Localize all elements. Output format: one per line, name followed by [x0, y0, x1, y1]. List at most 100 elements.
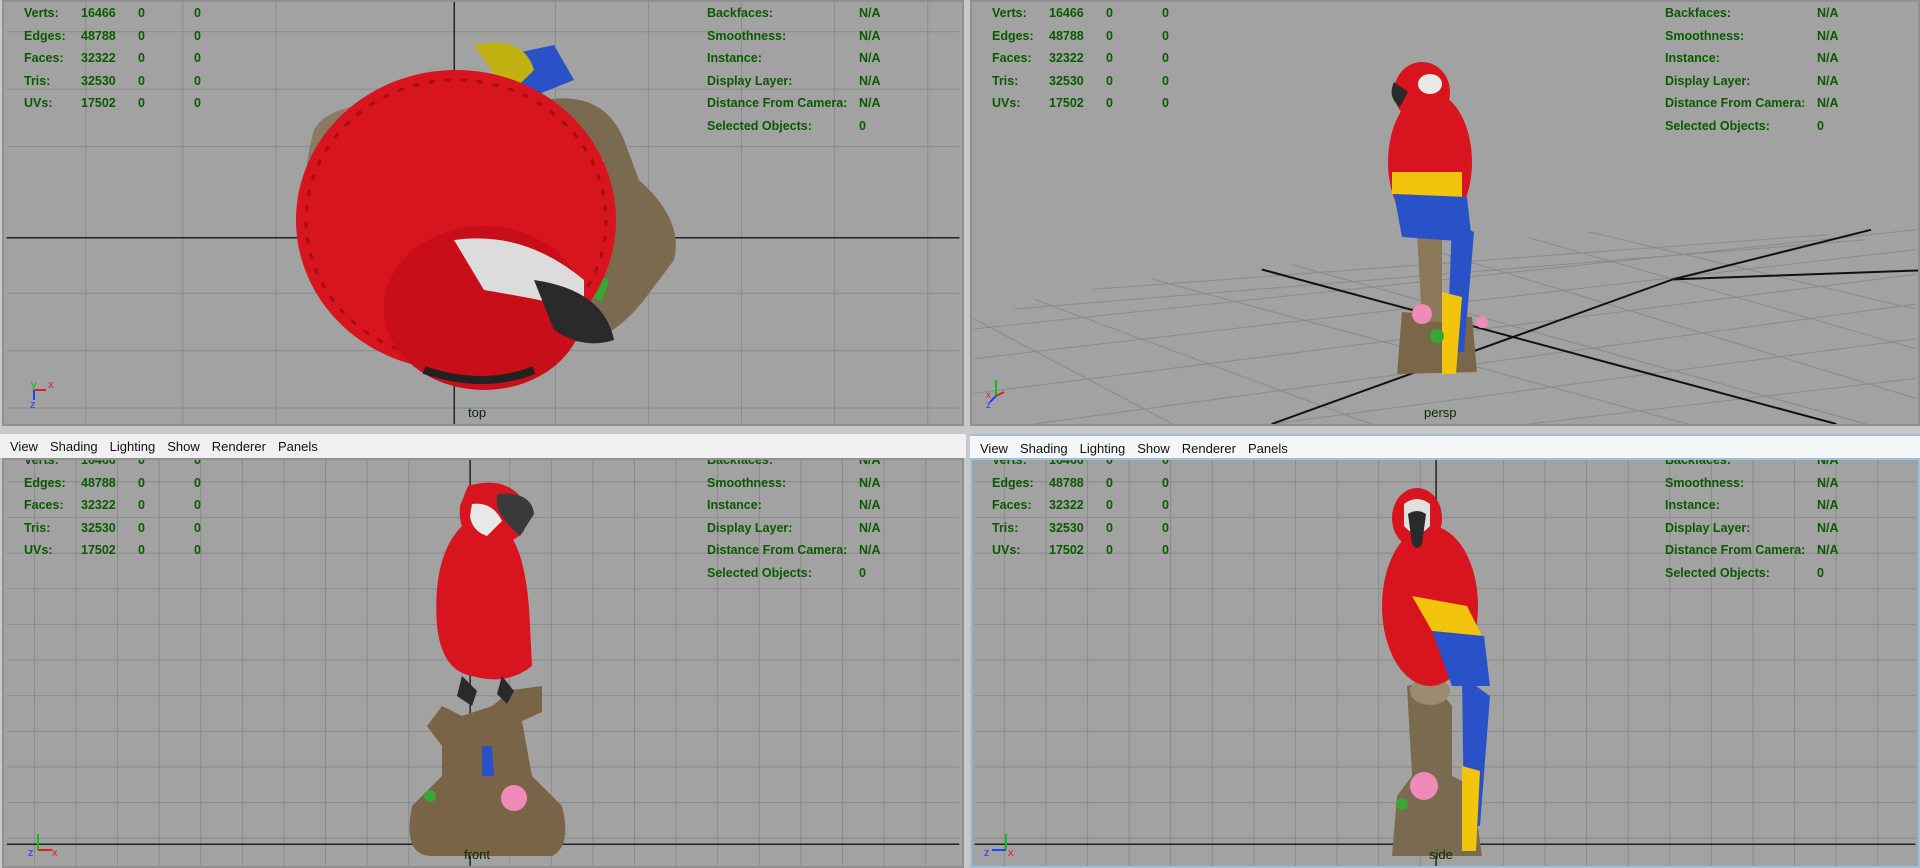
hud-row-verts: Verts: 16466 0 0 [992, 458, 1169, 472]
menu-shading[interactable]: Shading [1020, 441, 1068, 456]
stat-value: 17502 [81, 543, 116, 557]
hud-row-uvs: UVs: 17502 0 0 [24, 539, 201, 562]
hud-row-display-layer: Display Layer: N/A [707, 70, 881, 93]
hud-row-display-layer: Display Layer: N/A [707, 517, 881, 540]
hud-row-verts: Verts: 16466 0 0 [992, 2, 1169, 25]
hud-row-instance: Instance: N/A [1665, 47, 1839, 70]
menu-view[interactable]: View [980, 441, 1008, 456]
stat-label: Selected Objects: [1665, 565, 1770, 580]
stat-value: N/A [1817, 498, 1839, 512]
viewport-front[interactable]: Verts: 16466 0 0 Edges: 48788 0 0 Faces: 32322 0… [2, 458, 964, 868]
stat-value: 32530 [81, 520, 116, 535]
hud-row-backfaces: Backfaces: N/A [707, 460, 881, 472]
stat-value: N/A [859, 475, 881, 490]
viewport-side[interactable]: Verts: 16466 0 0 Edges: 48788 0 0 Faces: 32322 0… [970, 458, 1920, 868]
hud-row-smoothness: Smoothness: N/A [1665, 25, 1839, 48]
stat-value: N/A [1817, 73, 1839, 88]
stat-value: 0 [1106, 520, 1113, 535]
stat-value: 0 [138, 498, 145, 512]
hud-row-faces: Faces: 32322 0 0 [24, 47, 201, 70]
stat-label: Smoothness: [1665, 28, 1745, 43]
parrot-model-side[interactable] [1372, 486, 1512, 856]
stat-value: 0 [1106, 458, 1113, 467]
axis-z-label: z [984, 847, 990, 859]
hud-row-faces: Faces: 32322 0 0 [992, 47, 1169, 70]
panel-front: View Shading Lighting Show Renderer Pane… [0, 434, 966, 868]
stat-value: 0 [1817, 118, 1824, 133]
hud-row-tris: Tris: 32530 0 0 [24, 70, 201, 93]
stat-value: 0 [194, 51, 201, 65]
stat-value: 0 [1106, 543, 1113, 557]
stat-value: N/A [859, 6, 881, 20]
stat-value: N/A [1817, 6, 1839, 20]
stat-value: 0 [138, 458, 145, 467]
stat-value: 0 [138, 73, 145, 88]
stat-label: Selected Objects: [1665, 118, 1770, 133]
stat-value: 32322 [1049, 498, 1084, 512]
menu-panels[interactable]: Panels [278, 439, 318, 454]
stat-label: Edges: [24, 475, 66, 490]
hud-stats-right-persp: Backfaces: N/A Smoothness: N/A Instance: N/… [1665, 2, 1839, 137]
menu-show[interactable]: Show [1137, 441, 1170, 456]
hud-row-tris: Tris: 32530 0 0 [992, 70, 1169, 93]
axis-z-label: z [986, 400, 991, 408]
camera-label-top: top [468, 405, 487, 420]
stat-value: 32530 [1049, 520, 1084, 535]
stat-value: 0 [1162, 543, 1169, 557]
stat-label: Verts: [24, 458, 59, 467]
axis-x-label: x [1008, 847, 1014, 859]
menu-renderer[interactable]: Renderer [212, 439, 266, 454]
hud-row-tris: Tris: 32530 0 0 [24, 517, 201, 540]
stat-label: Edges: [992, 475, 1034, 490]
stat-value: 48788 [1049, 475, 1084, 490]
stat-value: 32322 [1049, 51, 1084, 65]
parrot-model-front[interactable] [402, 476, 582, 856]
stat-value: 0 [1162, 458, 1169, 467]
stat-value: N/A [1817, 475, 1839, 490]
stat-label: Verts: [24, 6, 59, 20]
stat-value: N/A [1817, 543, 1839, 557]
stat-value: 0 [138, 51, 145, 65]
hud-stats-right-front: Backfaces: N/A Smoothness: N/A Instance: N/… [707, 460, 881, 584]
hud-row-verts: Verts: 16466 0 0 [24, 2, 201, 25]
menu-panels[interactable]: Panels [1248, 441, 1288, 456]
hud-row-smoothness: Smoothness: N/A [707, 472, 881, 495]
stat-value: 0 [1162, 520, 1169, 535]
stat-value: 0 [138, 6, 145, 20]
stat-value: 32530 [1049, 73, 1084, 88]
stat-label: Smoothness: [1665, 475, 1745, 490]
hud-row-tris: Tris: 32530 0 0 [992, 517, 1169, 540]
hud-row-edges: Edges: 48788 0 0 [24, 25, 201, 48]
hud-row-backfaces: Backfaces: N/A [1665, 460, 1839, 472]
hud-stats-left-top: Verts: 16466 0 0 Edges: 48788 0 0 Faces: 32322 0… [24, 2, 201, 115]
stat-value: 0 [138, 475, 145, 490]
stat-value: 0 [859, 118, 866, 133]
stat-value: 48788 [81, 28, 116, 43]
stat-value: 0 [1162, 28, 1169, 43]
parrot-model-persp[interactable] [1382, 52, 1502, 382]
menu-lighting[interactable]: Lighting [1080, 441, 1126, 456]
menu-shading[interactable]: Shading [50, 439, 98, 454]
stat-value: 0 [194, 6, 201, 20]
menu-lighting[interactable]: Lighting [110, 439, 156, 454]
stat-value: N/A [859, 28, 881, 43]
menu-show[interactable]: Show [167, 439, 200, 454]
viewport-top[interactable]: Verts: 16466 0 0 Edges: 48788 0 0 Faces: 32322 0… [2, 0, 964, 426]
camera-label-side: side [1429, 847, 1453, 862]
axis-x-label: x [52, 847, 58, 859]
axis-gizmo-front: z x [28, 834, 58, 859]
hud-row-edges: Edges: 48788 0 0 [992, 25, 1169, 48]
stat-label: Tris: [24, 520, 51, 535]
parrot-model-top[interactable] [284, 40, 694, 400]
stat-value: 0 [1162, 498, 1169, 512]
stat-label: UVs: [992, 543, 1021, 557]
hud-row-uvs: UVs: 17502 0 0 [24, 92, 201, 115]
menu-renderer[interactable]: Renderer [1182, 441, 1236, 456]
stat-label: Edges: [992, 28, 1034, 43]
stat-value: 0 [1162, 51, 1169, 65]
panel-side: View Shading Lighting Show Renderer Pane… [970, 434, 1920, 868]
menu-view[interactable]: View [10, 439, 38, 454]
viewport-menubar-side: View Shading Lighting Show Renderer Pane… [970, 434, 1920, 461]
viewport-persp[interactable]: Verts: 16466 0 0 Edges: 48788 0 0 Faces: 32322 0… [970, 0, 1920, 426]
stat-value: 0 [1162, 96, 1169, 110]
